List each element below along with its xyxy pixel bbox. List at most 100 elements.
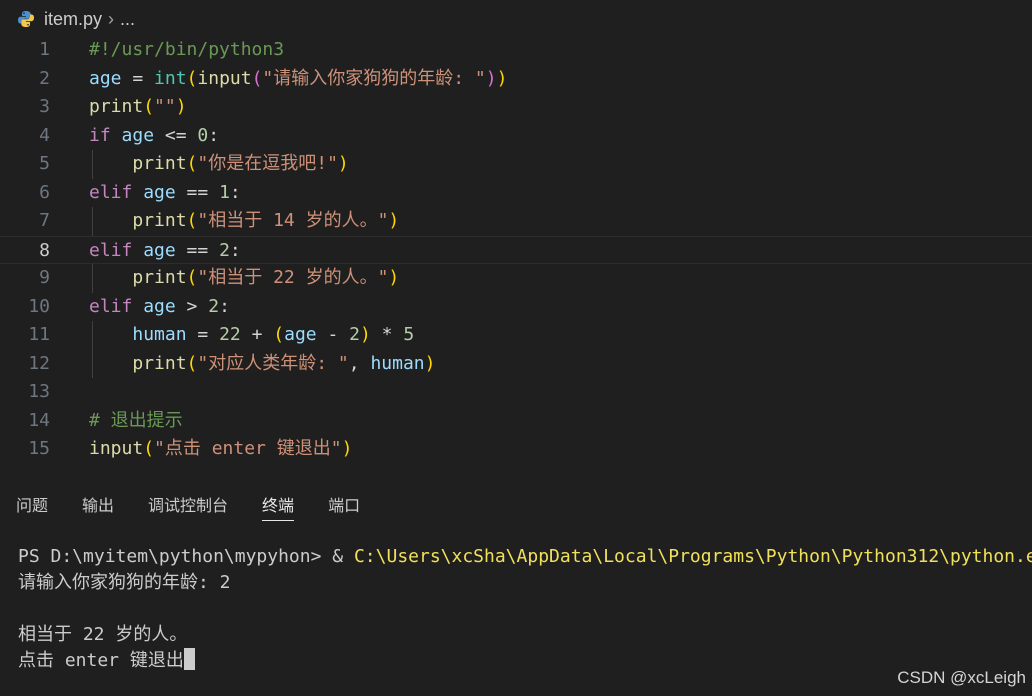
line-number: 1 <box>39 39 50 60</box>
chevron-right-icon: › <box>108 8 115 29</box>
token: 2 <box>219 239 230 261</box>
line-number: 4 <box>39 124 50 146</box>
line-number: 8 <box>39 239 50 261</box>
token: age <box>132 181 176 203</box>
line-number: 11 <box>28 324 50 345</box>
line-number: 5 <box>39 153 50 174</box>
tab-debug-console[interactable]: 调试控制台 <box>148 492 228 520</box>
code-line: 11 human = 22 + (age - 2) * 5 <box>0 321 1032 350</box>
line-number: 6 <box>39 181 50 203</box>
code-editor[interactable]: 1 #!/usr/bin/python3 2 age = int(input("请输… <box>0 36 1032 468</box>
token: : <box>208 124 220 146</box>
token: ( <box>186 210 198 231</box>
terminal-line: 相当于 22 岁的人。 <box>18 624 188 645</box>
watermark: CSDN @xcLeigh <box>897 668 1026 687</box>
terminal-line: 点击 enter 键退出 <box>18 648 1032 674</box>
breadcrumb[interactable]: item.py › ... <box>0 0 1032 38</box>
token: age <box>89 67 122 89</box>
token: input <box>197 67 252 89</box>
line-number: 13 <box>28 381 50 402</box>
token: print <box>132 153 187 174</box>
token: age <box>110 124 155 146</box>
token: > <box>175 295 209 317</box>
token: print <box>89 96 144 117</box>
token: , <box>348 352 371 374</box>
token: if <box>89 124 111 146</box>
terminal-line: 请输入你家狗狗的年龄: 2 <box>18 572 231 593</box>
token: age <box>132 295 176 317</box>
token: 1 <box>219 181 230 203</box>
token: "" <box>154 96 176 117</box>
code-line-current: 8 elif age == 2: <box>0 235 1032 264</box>
line-number: 2 <box>39 67 50 89</box>
line-number: 14 <box>28 409 50 431</box>
line-number: 10 <box>28 295 50 317</box>
token: "你是在逗我吧!" <box>197 153 338 174</box>
terminal-line: PS D:\myitem\python\mypyhon> & C:\Users\… <box>18 544 1032 570</box>
tab-problems[interactable]: 问题 <box>16 492 48 520</box>
terminal-python-path: C:\Users\xcSha\AppData\Local\Programs\Py… <box>353 546 1032 567</box>
token: "相当于 14 岁的人。" <box>197 210 389 231</box>
code-line: 1 #!/usr/bin/python3 <box>0 36 1032 65</box>
token: ) <box>388 267 400 288</box>
terminal-prompt: PS D:\myitem\python\mypyhon> <box>18 546 333 567</box>
token: : <box>229 239 241 261</box>
code-line: 9 print("相当于 22 岁的人。") <box>0 264 1032 293</box>
code-line: 5 print("你是在逗我吧!") <box>0 150 1032 179</box>
code-line: 12 print("对应人类年龄: ", human) <box>0 349 1032 378</box>
token: : <box>229 181 241 203</box>
tab-output[interactable]: 输出 <box>82 492 114 520</box>
token: print <box>132 352 187 374</box>
code-line: 10 elif age > 2: <box>0 293 1032 322</box>
token: 22 <box>219 324 241 345</box>
tab-terminal[interactable]: 终端 <box>262 492 295 521</box>
token: - <box>316 324 350 345</box>
comment: # 退出提示 <box>89 409 183 431</box>
token: age <box>132 239 176 261</box>
line-number: 12 <box>28 352 50 374</box>
token: ( <box>273 324 285 345</box>
line-number: 3 <box>39 96 50 117</box>
token: = <box>186 324 220 345</box>
token: ) <box>496 67 508 89</box>
terminal[interactable]: PS D:\myitem\python\mypyhon> & C:\Users\… <box>18 544 1032 674</box>
code-line: 14 # 退出提示 <box>0 407 1032 436</box>
code-line: 13 <box>0 378 1032 407</box>
token: elif <box>89 295 133 317</box>
code-line: 15 input("点击 enter 键退出") <box>0 435 1032 464</box>
token: ) <box>359 324 371 345</box>
token: input <box>89 438 144 459</box>
code-line: 7 print("相当于 14 岁的人。") <box>0 207 1032 236</box>
token: ) <box>175 96 187 117</box>
token: ) <box>485 67 497 89</box>
token: ) <box>424 352 436 374</box>
token: ) <box>337 153 349 174</box>
terminal-amp: & <box>332 546 354 567</box>
breadcrumb-more[interactable]: ... <box>120 9 135 30</box>
token: == <box>175 181 220 203</box>
code-line: 3 print("") <box>0 93 1032 122</box>
breadcrumb-file[interactable]: item.py <box>44 9 102 30</box>
code-line: 4 if age <= 0: <box>0 122 1032 151</box>
token: "请输入你家狗狗的年龄: " <box>262 67 486 89</box>
token: "相当于 22 岁的人。" <box>197 267 389 288</box>
token: <= <box>154 124 198 146</box>
python-file-icon <box>16 9 36 29</box>
tab-ports[interactable]: 端口 <box>328 492 360 520</box>
token: == <box>175 239 220 261</box>
terminal-cursor <box>183 648 195 670</box>
token: age <box>284 324 317 345</box>
token: int <box>154 67 187 89</box>
token: ( <box>251 67 263 89</box>
token: ) <box>341 438 353 459</box>
token: elif <box>89 181 133 203</box>
line-number: 9 <box>39 267 50 288</box>
token: 0 <box>197 124 209 146</box>
token: ( <box>143 96 155 117</box>
token: : <box>219 295 230 317</box>
